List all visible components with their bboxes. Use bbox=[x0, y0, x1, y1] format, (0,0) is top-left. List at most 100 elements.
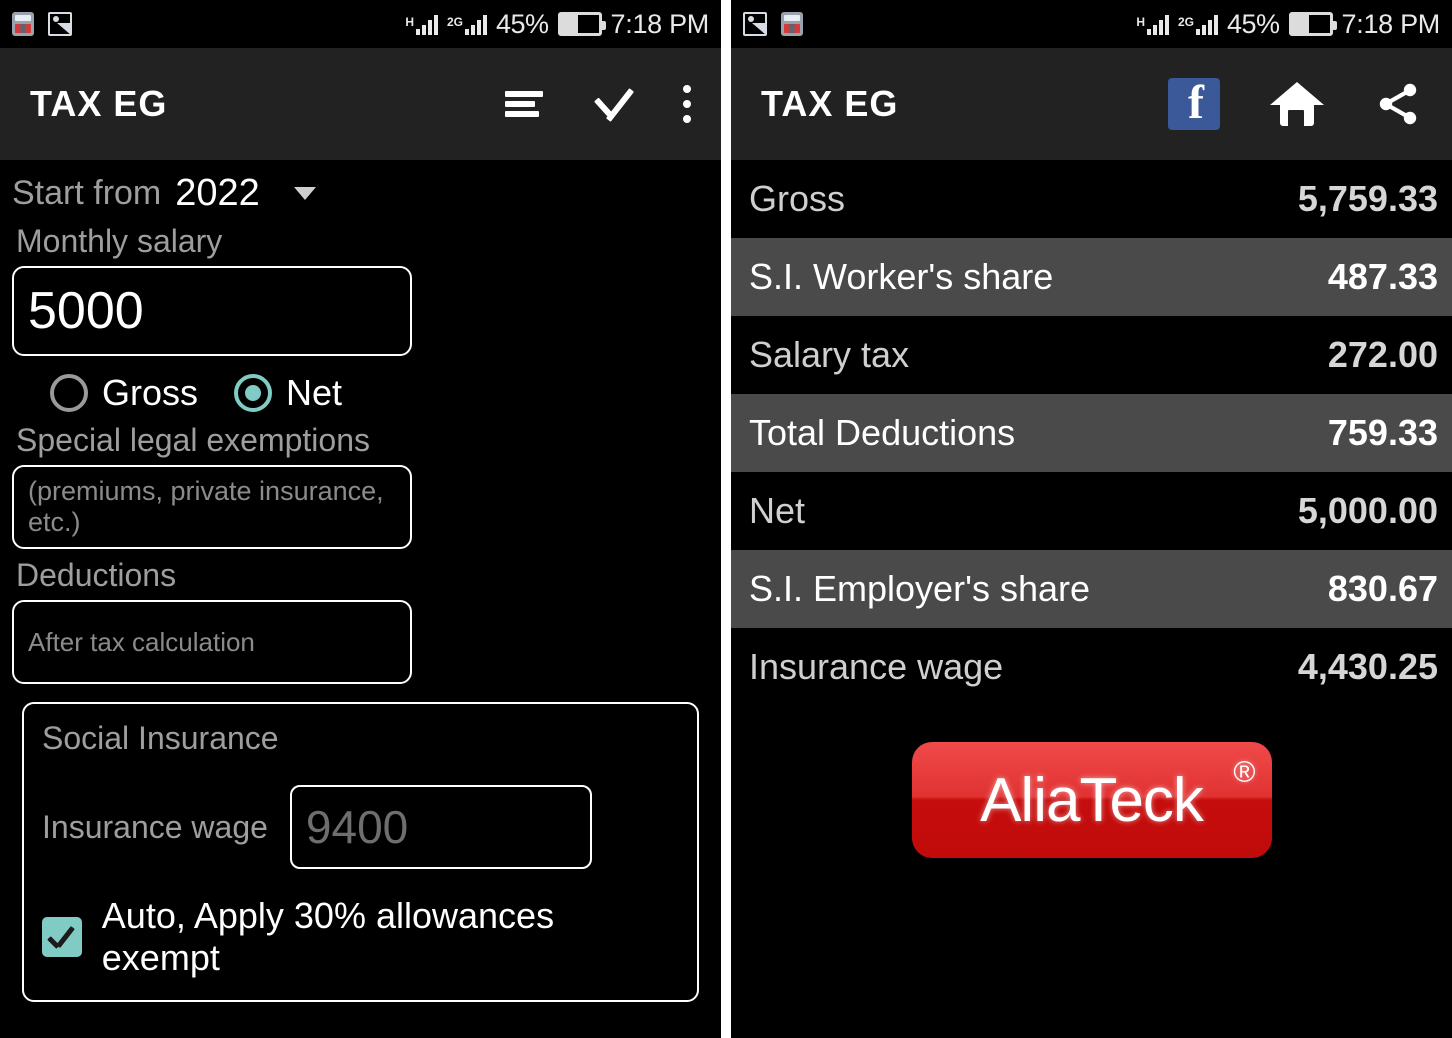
insurance-wage-placeholder: 9400 bbox=[305, 801, 409, 853]
radio-net-circle-icon[interactable] bbox=[234, 374, 273, 412]
insurance-wage-label: Insurance wage bbox=[42, 808, 268, 845]
table-row: S.I. Worker's share 487.33 bbox=[731, 238, 1452, 316]
home-icon[interactable] bbox=[1270, 82, 1324, 126]
gallery-icon bbox=[48, 12, 72, 36]
status-bar-notification-icons-right bbox=[743, 12, 803, 36]
result-label: Salary tax bbox=[749, 334, 910, 375]
monthly-salary-input[interactable]: 5000 bbox=[12, 266, 412, 356]
registered-trademark-icon: ® bbox=[1233, 756, 1256, 789]
special-exemptions-label: Special legal exemptions bbox=[16, 422, 370, 458]
status-bar-system-icons: H 2G 45% 7:18 PM bbox=[405, 9, 709, 40]
insurance-wage-input[interactable]: 9400 bbox=[289, 785, 592, 869]
checkbox-checked-icon[interactable] bbox=[42, 917, 82, 957]
signal-bars-h-icon bbox=[1146, 13, 1169, 35]
chevron-down-icon[interactable] bbox=[293, 187, 316, 200]
network-h-label: H bbox=[1136, 15, 1145, 29]
network-h-indicator: H bbox=[405, 13, 438, 35]
result-value: 759.33 bbox=[1327, 412, 1438, 453]
deductions-input[interactable]: After tax calculation bbox=[12, 600, 412, 684]
result-label: Total Deductions bbox=[749, 412, 1016, 453]
result-value: 487.33 bbox=[1327, 256, 1438, 297]
left-screen: H 2G 45% 7:18 PM TAX EG Start from 2022 … bbox=[0, 0, 721, 1038]
brand-logo-container: AliaTeck ® bbox=[731, 742, 1452, 858]
salary-type-radio-group: Gross Net bbox=[50, 372, 709, 414]
radio-gross-label: Gross bbox=[102, 372, 199, 413]
result-label: Gross bbox=[749, 178, 846, 219]
signal-bars-h-icon bbox=[415, 13, 438, 35]
table-row: S.I. Employer's share 830.67 bbox=[731, 550, 1452, 628]
clock-label: 7:18 PM bbox=[1341, 8, 1441, 39]
aliateck-logo-text: AliaTeck bbox=[980, 765, 1204, 835]
result-value: 5,759.33 bbox=[1297, 178, 1438, 219]
table-row: Net 5,000.00 bbox=[731, 472, 1452, 550]
social-insurance-card: Social Insurance Insurance wage 9400 Aut… bbox=[22, 702, 699, 1002]
battery-percent-label: 45% bbox=[1227, 8, 1280, 39]
network-2g-indicator: 2G bbox=[447, 13, 487, 35]
right-screen: H 2G 45% 7:18 PM TAX EG f Gross 5,759.33… bbox=[731, 0, 1452, 1038]
signal-bars-2g-icon bbox=[465, 13, 487, 35]
year-select-value[interactable]: 2022 bbox=[175, 172, 260, 215]
share-icon[interactable] bbox=[1374, 80, 1422, 128]
battery-percent-label: 45% bbox=[496, 8, 549, 39]
signal-bars-2g-icon bbox=[1196, 13, 1218, 35]
check-icon[interactable] bbox=[593, 87, 633, 121]
result-value: 4,430.25 bbox=[1297, 646, 1438, 687]
overflow-menu-icon[interactable] bbox=[683, 85, 691, 123]
start-from-row: Start from 2022 bbox=[12, 172, 709, 215]
network-2g-indicator: 2G bbox=[1178, 13, 1218, 35]
facebook-icon[interactable] bbox=[1168, 78, 1220, 130]
clock-label: 7:18 PM bbox=[610, 8, 710, 39]
gallery-icon bbox=[743, 12, 767, 36]
results-list: Gross 5,759.33 S.I. Worker's share 487.3… bbox=[731, 160, 1452, 706]
status-bar-system-icons-right: H 2G 45% 7:18 PM bbox=[1136, 9, 1440, 40]
calculator-icon bbox=[781, 12, 803, 36]
battery-icon bbox=[557, 12, 606, 36]
monthly-salary-value: 5000 bbox=[28, 282, 144, 340]
result-value: 830.67 bbox=[1327, 568, 1438, 609]
table-row: Total Deductions 759.33 bbox=[731, 394, 1452, 472]
calculator-icon bbox=[12, 12, 34, 36]
monthly-salary-label: Monthly salary bbox=[16, 223, 223, 259]
radio-gross[interactable]: Gross bbox=[50, 372, 198, 414]
app-bar-actions-right bbox=[1168, 78, 1422, 130]
app-bar-actions-left bbox=[505, 85, 691, 123]
result-label: Net bbox=[749, 490, 806, 531]
special-exemptions-placeholder: (premiums, private insurance, etc.) bbox=[28, 476, 384, 537]
status-bar-right: H 2G 45% 7:18 PM bbox=[731, 0, 1452, 48]
status-bar-notification-icons bbox=[12, 12, 72, 36]
status-bar-left: H 2G 45% 7:18 PM bbox=[0, 0, 721, 48]
app-bar-left: TAX EG bbox=[0, 48, 721, 160]
app-title: TAX EG bbox=[30, 83, 168, 124]
tax-input-form: Start from 2022 Monthly salary 5000 Gros… bbox=[0, 160, 721, 1002]
app-title: TAX EG bbox=[761, 83, 899, 124]
result-label: Insurance wage bbox=[749, 646, 1004, 687]
table-row: Insurance wage 4,430.25 bbox=[731, 628, 1452, 706]
table-row: Gross 5,759.33 bbox=[731, 160, 1452, 238]
special-exemptions-input[interactable]: (premiums, private insurance, etc.) bbox=[12, 465, 412, 549]
radio-gross-circle-icon[interactable] bbox=[50, 374, 88, 412]
network-2g-label: 2G bbox=[1177, 15, 1194, 29]
auto-allowances-checkbox-row[interactable]: Auto, Apply 30% allowances exempt bbox=[42, 895, 679, 979]
result-value: 272.00 bbox=[1327, 334, 1438, 375]
radio-net[interactable]: Net bbox=[234, 372, 342, 414]
screenshot-divider bbox=[721, 0, 731, 1038]
app-bar-right: TAX EG bbox=[731, 48, 1452, 160]
start-from-label: Start from bbox=[12, 174, 162, 212]
insurance-wage-row: Insurance wage 9400 bbox=[42, 785, 679, 869]
battery-icon bbox=[1288, 12, 1337, 36]
social-insurance-title: Social Insurance bbox=[42, 720, 279, 756]
radio-net-label: Net bbox=[286, 372, 343, 413]
network-h-label: H bbox=[405, 15, 414, 29]
aliateck-logo[interactable]: AliaTeck ® bbox=[911, 742, 1272, 858]
dual-screenshot: H 2G 45% 7:18 PM TAX EG Start from 2022 … bbox=[0, 0, 1452, 1038]
network-2g-label: 2G bbox=[446, 15, 463, 29]
deductions-placeholder: After tax calculation bbox=[28, 626, 255, 657]
network-h-indicator: H bbox=[1136, 13, 1169, 35]
result-label: S.I. Employer's share bbox=[749, 568, 1090, 609]
table-row: Salary tax 272.00 bbox=[731, 316, 1452, 394]
auto-allowances-label: Auto, Apply 30% allowances exempt bbox=[101, 895, 555, 978]
result-label: S.I. Worker's share bbox=[749, 256, 1054, 297]
result-value: 5,000.00 bbox=[1297, 490, 1438, 531]
deductions-label: Deductions bbox=[16, 557, 177, 593]
sort-icon[interactable] bbox=[505, 91, 543, 117]
